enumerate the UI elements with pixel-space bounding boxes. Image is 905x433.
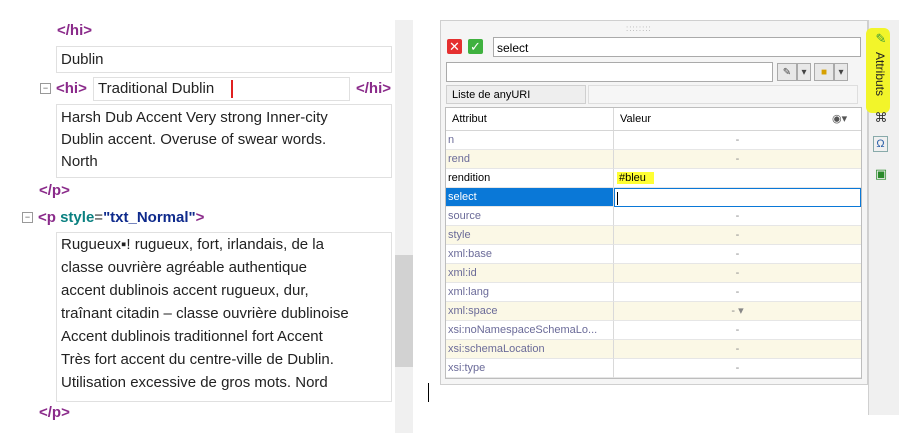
edit-cursor	[617, 192, 618, 205]
attr-value[interactable]: -	[614, 359, 861, 378]
table-row[interactable]: style -	[446, 226, 861, 245]
attr-value[interactable]: -	[614, 340, 861, 359]
attributes-panel: :::::::: ✕ ✓ select ✎ ▾ ■ ▾ Liste de any…	[440, 20, 868, 385]
attr-name: xsi:noNamespaceSchemaLo...	[446, 321, 614, 340]
attr-name: source	[446, 207, 614, 226]
table-row[interactable]: xml:space - ▾	[446, 302, 861, 321]
attr-value[interactable]: -	[614, 245, 861, 264]
col-header-attribut[interactable]: Attribut	[446, 108, 614, 130]
folder-dropdown-icon[interactable]: ▾	[834, 63, 848, 81]
table-row[interactable]: xsi:type -	[446, 359, 861, 378]
dublin-text: Dublin	[61, 51, 104, 68]
table-row[interactable]: xml:base -	[446, 245, 861, 264]
eye-filter-icon[interactable]: ◉▾	[830, 108, 861, 130]
paragraph-box-1[interactable]: Harsh Dub Accent Very strong Inner-city …	[56, 104, 392, 178]
elements-icon[interactable]: ⌘	[873, 110, 889, 126]
attr-value[interactable]: -	[614, 321, 861, 340]
para2-line: accent dublinois accent rugueux, dur,	[61, 282, 309, 299]
tab-anyuri-list[interactable]: Liste de anyURI	[446, 85, 586, 104]
attr-value[interactable]: - ▾	[614, 302, 861, 321]
hi-close-tag: </hi>	[57, 22, 93, 39]
table-row[interactable]: rendition #bleu	[446, 169, 861, 188]
p-close-tag: </p>	[39, 182, 70, 199]
p-attr-eq: =	[94, 209, 104, 226]
editor-scroll-thumb[interactable]	[395, 255, 413, 367]
col-header-valeur[interactable]: Valeur	[614, 108, 830, 130]
para2-line: Accent dublinois traditionnel fort Accen…	[61, 328, 323, 345]
p-open-start: <p	[38, 209, 61, 226]
para2-line: Très fort accent du centre-ville de Dubl…	[61, 351, 334, 368]
hi-inline-text: Traditional Dublin	[98, 80, 215, 97]
xml-editor[interactable]: </hi> Dublin − <hi> Traditional Dublin <…	[0, 0, 395, 433]
hi-inline-box[interactable]: Traditional Dublin	[93, 77, 350, 101]
attr-name: xml:id	[446, 264, 614, 283]
editor-scrollbar[interactable]	[395, 20, 413, 433]
attr-value-cell[interactable]: #bleu	[614, 169, 861, 188]
attribute-table: Attribut Valeur ◉▾ n - rend - rendition …	[445, 107, 862, 379]
table-row[interactable]: xsi:schemaLocation -	[446, 340, 861, 359]
attributes-edit-icon[interactable]: ✎	[873, 31, 889, 47]
para2-line: Rugueux▪! rugueux, fort, irlandais, de l…	[61, 236, 324, 253]
confirm-icon[interactable]: ✓	[468, 39, 483, 54]
para2-line: traînant citadin – classe ouvrière dubli…	[61, 305, 349, 322]
attr-value[interactable]: -	[614, 131, 861, 150]
mouse-text-cursor	[428, 383, 429, 402]
p-attr-name: style	[60, 209, 95, 226]
para1-line: Dublin accent. Overuse of swear words.	[61, 131, 327, 148]
attr-value-highlighted: #bleu	[617, 172, 654, 184]
collapse-hi-icon[interactable]: −	[40, 83, 51, 94]
p-attr-value: "txt_Normal"	[103, 209, 196, 226]
panel-grip-icon[interactable]: ::::::::	[626, 24, 652, 33]
para2-line: classe ouvrière agréable authentique	[61, 259, 307, 276]
table-row[interactable]: n -	[446, 131, 861, 150]
attr-name: style	[446, 226, 614, 245]
attr-name: xml:space	[446, 302, 614, 321]
attr-value[interactable]: -	[614, 264, 861, 283]
attr-value[interactable]: -	[614, 207, 861, 226]
omega-icon[interactable]: Ω	[873, 136, 888, 152]
collapse-p-icon[interactable]: −	[22, 212, 33, 223]
p-open-end: >	[195, 209, 205, 226]
para1-line: Harsh Dub Accent Very strong Inner-city	[61, 109, 328, 126]
hi-close-tag-2: </hi>	[356, 80, 392, 97]
table-row[interactable]: xsi:noNamespaceSchemaLo... -	[446, 321, 861, 340]
attr-value[interactable]: -	[614, 150, 861, 169]
table-row[interactable]: source -	[446, 207, 861, 226]
attr-name: xml:lang	[446, 283, 614, 302]
attr-name: select	[446, 188, 614, 207]
dublin-box[interactable]: Dublin	[56, 46, 392, 73]
attr-name: rend	[446, 150, 614, 169]
para1-line: North	[61, 153, 98, 170]
attr-name: xsi:schemaLocation	[446, 340, 614, 359]
attr-name: n	[446, 131, 614, 150]
attr-value[interactable]: -	[614, 283, 861, 302]
para2-line: Utilisation excessive de gros mots. Nord	[61, 374, 328, 391]
table-header: Attribut Valeur ◉▾	[446, 108, 861, 131]
p-close-tag-2: </p>	[39, 404, 70, 421]
hi-open-tag: <hi>	[56, 80, 87, 97]
cancel-icon[interactable]: ✕	[447, 39, 462, 54]
attribute-name-field[interactable]: select	[493, 37, 861, 57]
folder-icon[interactable]: ■	[814, 63, 834, 81]
tab-strip	[588, 85, 858, 104]
document-icon[interactable]: ▣	[873, 166, 889, 182]
side-tab-attributs[interactable]: Attributs	[869, 52, 887, 112]
attribute-value-input[interactable]	[446, 62, 773, 82]
attr-name: xsi:type	[446, 359, 614, 378]
attr-name: rendition	[446, 169, 614, 188]
p-open-tag: <p style="txt_Normal">	[38, 209, 204, 226]
table-row-selected[interactable]: select	[446, 188, 861, 207]
attr-value-editor[interactable]	[614, 188, 861, 207]
text-cursor	[231, 80, 233, 98]
table-row[interactable]: xml:id -	[446, 264, 861, 283]
attr-name: xml:base	[446, 245, 614, 264]
table-row[interactable]: xml:lang -	[446, 283, 861, 302]
table-row[interactable]: rend -	[446, 150, 861, 169]
attr-value[interactable]: -	[614, 226, 861, 245]
edit-dropdown-icon[interactable]: ▾	[797, 63, 811, 81]
paragraph-box-2[interactable]: Rugueux▪! rugueux, fort, irlandais, de l…	[56, 232, 392, 402]
edit-icon[interactable]: ✎	[777, 63, 797, 81]
